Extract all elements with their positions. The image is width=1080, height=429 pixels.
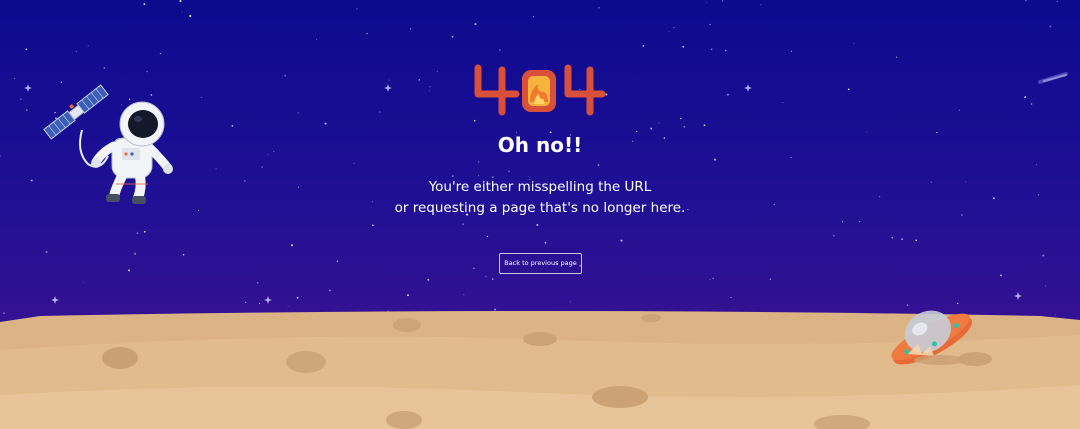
page-title: Oh no!!	[497, 133, 583, 157]
error-content: Oh no!! You're either misspelling the UR…	[0, 0, 1080, 429]
error-message-line-1: You're either misspelling the URL	[428, 179, 652, 195]
error-page: Oh no!! You're either misspelling the UR…	[0, 0, 1080, 429]
error-message-line-2: or requesting a page that's no longer he…	[394, 200, 686, 216]
back-to-previous-page-button[interactable]: Back to previous page	[499, 253, 582, 274]
error-message: You're either misspelling the URL or req…	[0, 177, 1080, 219]
logo-404-icon	[474, 64, 606, 116]
